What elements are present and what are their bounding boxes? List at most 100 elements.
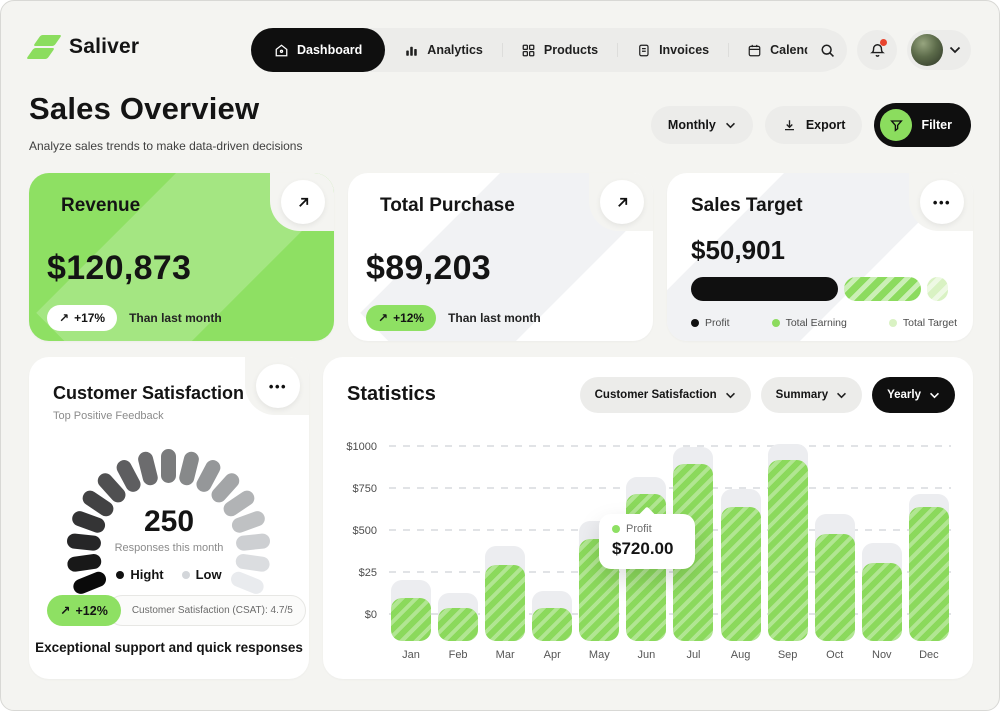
csat-badge-value: +12%	[75, 604, 107, 618]
invoice-icon	[636, 43, 651, 58]
chart-profit-bar-feb[interactable]	[438, 608, 478, 641]
bar-group-aug	[721, 427, 761, 641]
x-axis-label-mar: Mar	[485, 649, 525, 665]
legend-dot-hight	[116, 571, 124, 579]
nav-label: Dashboard	[297, 43, 362, 57]
card-title: Total Purchase	[380, 195, 515, 217]
statistics-bar-chart: $1000$750$500$25$0 Profit $720.00 JanFeb…	[341, 427, 951, 665]
plot-area: Profit $720.00	[389, 427, 951, 641]
trend-badge-value: +12%	[393, 311, 424, 325]
page-subtitle: Analyze sales trends to make data-driven…	[29, 139, 302, 153]
export-button[interactable]: Export	[765, 106, 863, 144]
open-revenue-button[interactable]	[281, 180, 325, 224]
y-axis: $1000$750$500$25$0	[341, 427, 383, 641]
summary-dropdown[interactable]: Summary	[761, 377, 862, 413]
sales-target-menu-button[interactable]: •••	[920, 180, 964, 224]
x-axis-label-may: May	[579, 649, 619, 665]
nav-item-dashboard[interactable]: Dashboard	[251, 28, 385, 72]
bar-chart-icon	[404, 43, 419, 58]
range-label: Yearly	[887, 389, 921, 401]
y-axis-tick: $750	[353, 483, 377, 495]
user-menu[interactable]	[907, 30, 971, 70]
x-axis-label-jul: Jul	[673, 649, 713, 665]
card-subtitle: Top Positive Feedback	[53, 410, 164, 422]
sales-target-value: $50,901	[691, 235, 785, 266]
card-title: Revenue	[61, 195, 140, 217]
trend-note: Than last month	[448, 311, 541, 325]
range-dropdown[interactable]: Yearly	[872, 377, 955, 413]
legend-dot-total-target	[889, 319, 897, 327]
page-controls: Monthly Export Filter	[651, 103, 971, 147]
gauge-value: 250	[29, 505, 309, 539]
metric-label: Customer Satisfaction	[595, 389, 717, 401]
x-axis-label-aug: Aug	[721, 649, 761, 665]
card-title: Statistics	[347, 383, 436, 406]
csat-trend-badge: ↗ +12%	[47, 595, 121, 626]
search-button[interactable]	[807, 30, 847, 70]
progress-segment-profit	[691, 277, 838, 301]
x-axis: JanFebMarAprMayJunJulAugSepOctNovDec	[389, 649, 951, 665]
chart-profit-bar-oct[interactable]	[815, 534, 855, 641]
tooltip-value: $720.00	[612, 539, 682, 559]
csat-row: ↗ +12% Customer Satisfaction (CSAT): 4.7…	[47, 595, 306, 626]
trend-up-icon: ↗	[378, 311, 388, 325]
chevron-down-icon	[836, 392, 847, 399]
bar-group-dec	[909, 427, 949, 641]
chart-profit-bar-aug[interactable]	[721, 507, 761, 641]
bar-group-apr	[532, 427, 572, 641]
revenue-card: Revenue $120,873 ↗ +17% Than last month	[29, 173, 334, 341]
export-label: Export	[806, 118, 846, 132]
top-actions	[807, 30, 971, 70]
chart-profit-bar-apr[interactable]	[532, 608, 572, 641]
nav-item-invoices[interactable]: Invoices	[617, 28, 728, 72]
nav-item-analytics[interactable]: Analytics	[385, 28, 502, 72]
csat-score: Customer Satisfaction (CSAT): 4.7/5	[107, 595, 306, 626]
calendar-icon	[747, 43, 762, 58]
open-total-purchase-button[interactable]	[600, 180, 644, 224]
chart-profit-bar-mar[interactable]	[485, 565, 525, 641]
x-axis-label-oct: Oct	[815, 649, 855, 665]
chevron-down-icon	[725, 392, 736, 399]
tooltip-label: Profit	[626, 523, 652, 535]
nav-item-products[interactable]: Products	[502, 28, 617, 72]
ellipsis-icon: •••	[269, 379, 287, 394]
chart-profit-bar-nov[interactable]	[862, 563, 902, 641]
funnel-icon	[880, 109, 912, 141]
legend-label: Hight	[130, 567, 163, 582]
filter-button[interactable]: Filter	[874, 103, 971, 147]
satisfaction-menu-button[interactable]: •••	[256, 364, 300, 408]
chart-profit-bar-sep[interactable]	[768, 460, 808, 641]
gauge-legend: Hight Low	[29, 567, 309, 582]
bar-group-nov	[862, 427, 902, 641]
legend-label: Total Target	[903, 317, 957, 329]
statistics-card: Statistics Customer Satisfaction Summary…	[323, 357, 973, 679]
period-dropdown[interactable]: Monthly	[651, 106, 753, 144]
sales-target-legend: Profit Total Earning Total Target	[691, 317, 957, 329]
total-purchase-value: $89,203	[366, 249, 491, 288]
gauge-value-label: Responses this month	[29, 542, 309, 554]
bar-group-feb	[438, 427, 478, 641]
brand-name: Saliver	[69, 35, 139, 59]
notifications-button[interactable]	[857, 30, 897, 70]
page-title: Sales Overview	[29, 91, 259, 127]
trend-badge: ↗ +12%	[366, 305, 436, 331]
notification-dot	[880, 39, 887, 46]
metric-dropdown[interactable]: Customer Satisfaction	[580, 377, 751, 413]
bar-group-jan	[391, 427, 431, 641]
x-axis-label-sep: Sep	[768, 649, 808, 665]
x-axis-label-apr: Apr	[532, 649, 572, 665]
chart-profit-bar-jan[interactable]	[391, 598, 431, 641]
progress-segment-total-target	[927, 277, 948, 301]
x-axis-label-jan: Jan	[391, 649, 431, 665]
ellipsis-icon: •••	[933, 195, 951, 210]
trend-badge: ↗ +17%	[47, 305, 117, 331]
chart-profit-bar-dec[interactable]	[909, 507, 949, 641]
summary-label: Summary	[776, 389, 828, 401]
legend-dot-low	[182, 571, 190, 579]
revenue-value: $120,873	[47, 249, 191, 288]
arrow-up-right-icon	[615, 195, 630, 210]
nav-label: Invoices	[659, 43, 709, 57]
bar-group-oct	[815, 427, 855, 641]
satisfaction-footer: Exceptional support and quick responses	[29, 640, 309, 655]
chevron-down-icon	[949, 46, 961, 54]
